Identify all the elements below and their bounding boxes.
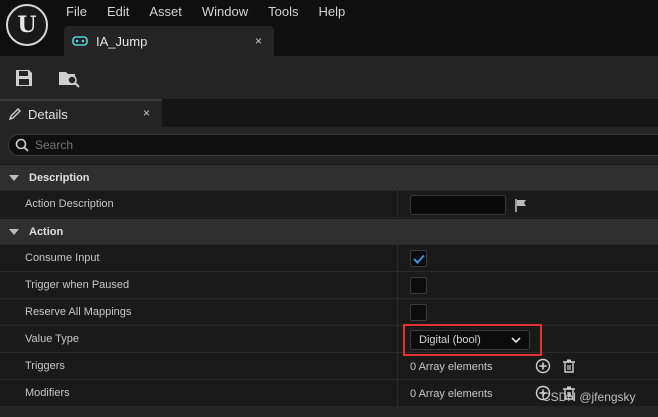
property-label: Reserve All Mappings bbox=[25, 306, 132, 318]
category-action[interactable]: Action bbox=[0, 218, 658, 244]
pencil-icon bbox=[8, 108, 21, 121]
action-description-field[interactable] bbox=[410, 194, 506, 215]
modifiers-count: 0 Array elements bbox=[410, 387, 493, 400]
watermark-text: CSDN @jfengsky bbox=[542, 390, 636, 404]
document-tab[interactable]: IA_Jump × bbox=[64, 26, 274, 56]
unreal-logo-icon[interactable]: U bbox=[6, 4, 48, 46]
property-label: Trigger when Paused bbox=[25, 279, 130, 291]
localization-flag-icon[interactable] bbox=[514, 198, 528, 212]
document-tab-close-icon[interactable]: × bbox=[255, 34, 262, 48]
column-divider[interactable] bbox=[397, 245, 398, 272]
row-reserve-all-mappings: Reserve All Mappings bbox=[0, 298, 658, 326]
menu-tools[interactable]: Tools bbox=[258, 0, 308, 24]
property-value bbox=[410, 299, 427, 326]
property-value: 0 Array elements bbox=[410, 353, 493, 380]
trash-icon[interactable] bbox=[561, 358, 577, 374]
trigger-when-paused-checkbox[interactable] bbox=[410, 277, 427, 294]
property-value bbox=[410, 245, 427, 272]
column-divider[interactable] bbox=[397, 272, 398, 299]
collapse-arrow-icon bbox=[9, 174, 19, 181]
details-tab-bar: Details × bbox=[0, 99, 658, 127]
property-label: Value Type bbox=[25, 333, 80, 345]
property-value bbox=[410, 191, 528, 218]
column-divider[interactable] bbox=[397, 353, 398, 380]
menu-bar: File Edit Asset Window Tools Help bbox=[56, 0, 355, 24]
save-icon[interactable] bbox=[12, 66, 36, 90]
details-tab-close-icon[interactable]: × bbox=[143, 106, 150, 120]
search-icon bbox=[15, 138, 29, 152]
details-tab-label: Details bbox=[28, 106, 68, 122]
row-consume-input: Consume Input bbox=[0, 244, 658, 272]
column-divider[interactable] bbox=[397, 299, 398, 326]
column-divider[interactable] bbox=[397, 380, 398, 407]
search-input[interactable] bbox=[35, 138, 595, 152]
collapse-arrow-icon bbox=[9, 228, 19, 235]
column-divider[interactable] bbox=[397, 191, 398, 218]
property-label: Action Description bbox=[25, 198, 114, 210]
property-label: Triggers bbox=[25, 360, 65, 372]
column-divider[interactable] bbox=[397, 326, 398, 353]
details-tab[interactable]: Details × bbox=[0, 99, 162, 127]
property-label: Modifiers bbox=[25, 387, 70, 399]
reserve-all-mappings-checkbox[interactable] bbox=[410, 304, 427, 321]
annotation-highlight-box bbox=[403, 324, 542, 356]
menu-asset[interactable]: Asset bbox=[139, 0, 192, 24]
row-action-description: Action Description bbox=[0, 190, 658, 218]
property-label: Consume Input bbox=[25, 252, 100, 264]
property-value: 0 Array elements bbox=[410, 380, 493, 407]
document-tab-label: IA_Jump bbox=[96, 33, 148, 49]
input-action-icon bbox=[72, 33, 88, 49]
consume-input-checkbox[interactable] bbox=[410, 250, 427, 267]
toolbar bbox=[0, 56, 658, 99]
add-element-icon[interactable] bbox=[535, 358, 551, 374]
category-description[interactable]: Description bbox=[0, 164, 658, 190]
triggers-count: 0 Array elements bbox=[410, 360, 493, 373]
menu-edit[interactable]: Edit bbox=[97, 0, 139, 24]
search-box[interactable] bbox=[8, 134, 658, 156]
property-value bbox=[410, 272, 427, 299]
category-label: Action bbox=[29, 225, 64, 238]
row-trigger-when-paused: Trigger when Paused bbox=[0, 271, 658, 299]
menu-help[interactable]: Help bbox=[308, 0, 355, 24]
menu-window[interactable]: Window bbox=[192, 0, 258, 24]
category-label: Description bbox=[29, 171, 90, 184]
title-bar: U File Edit Asset Window Tools Help IA_J… bbox=[0, 0, 658, 56]
row-triggers: Triggers 0 Array elements bbox=[0, 352, 658, 380]
details-panel: Description Action Description Action Co… bbox=[0, 127, 658, 417]
menu-file[interactable]: File bbox=[56, 0, 97, 24]
browse-to-asset-icon[interactable] bbox=[57, 66, 81, 90]
row-value-type: Value Type Digital (bool) bbox=[0, 325, 658, 353]
checkmark-icon bbox=[412, 254, 425, 264]
